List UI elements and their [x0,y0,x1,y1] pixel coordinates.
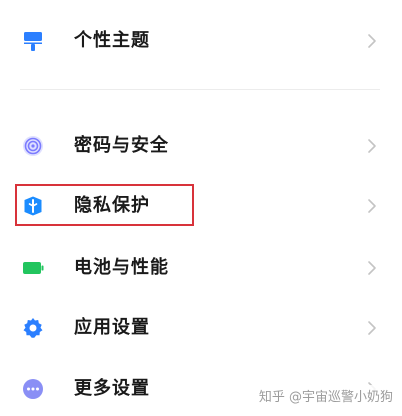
settings-item-theme[interactable]: 个性主题 [0,16,402,66]
chevron-right-icon [368,139,376,153]
chevron-right-icon [368,321,376,335]
more-dots-icon [23,379,43,399]
settings-item-battery-performance[interactable]: 电池与性能 [0,243,402,293]
highlight-annotation-box [15,184,194,226]
paint-roller-icon [24,32,42,51]
section-divider [20,89,380,90]
settings-item-password-security[interactable]: 密码与安全 [0,121,402,171]
settings-item-label: 应用设置 [74,317,150,338]
settings-item-label: 密码与安全 [74,135,169,156]
settings-item-label: 更多设置 [74,378,150,399]
watermark: 知乎 @宇宙巡警小奶狗 [255,385,396,406]
settings-screen: 个性主题 密码与安全 隐私保护 电池与性能 应用设置 更多设置 知乎 @宇宙巡警… [0,0,402,416]
battery-icon [23,262,44,274]
chevron-right-icon [368,199,376,213]
chevron-right-icon [368,34,376,48]
settings-item-app-settings[interactable]: 应用设置 [0,303,402,353]
settings-item-label: 电池与性能 [74,257,169,278]
settings-item-label: 个性主题 [74,30,150,51]
gear-icon [23,318,43,338]
fingerprint-icon [23,136,43,156]
chevron-right-icon [368,261,376,275]
